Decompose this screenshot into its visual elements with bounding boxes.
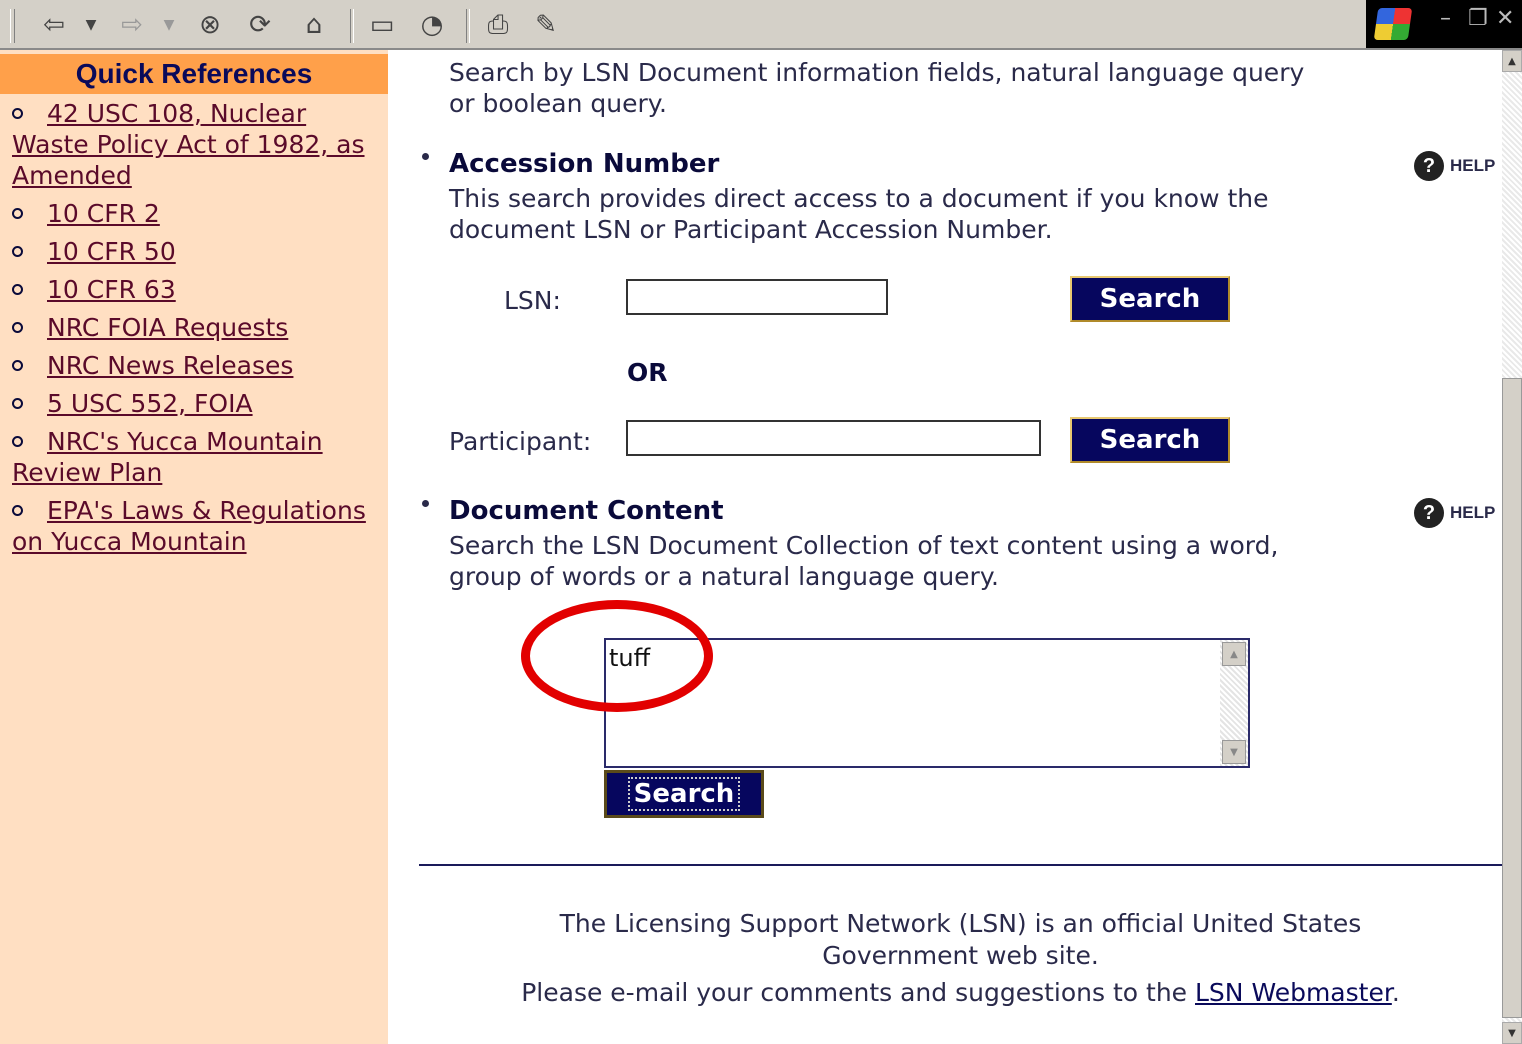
quick-references-list: 42 USC 108, Nuclear Waste Policy Act of …	[12, 98, 382, 564]
minimize-icon[interactable]: –	[1440, 6, 1451, 31]
list-item: NRC News Releases	[12, 350, 382, 381]
page-scrollbar[interactable]: ▲ ▼	[1502, 50, 1522, 1044]
history-icon[interactable]: ◔	[412, 8, 452, 42]
link-yucca-review-plan[interactable]: NRC's Yucca Mountain Review Plan	[12, 427, 323, 487]
back-arrow-icon[interactable]: ⇦	[34, 8, 74, 42]
content-help-link[interactable]: ? HELP	[1414, 498, 1495, 528]
help-icon: ?	[1414, 498, 1444, 528]
button-label: Search	[627, 777, 741, 811]
list-item: 10 CFR 63	[12, 274, 382, 305]
list-item: 5 USC 552, FOIA	[12, 388, 382, 419]
scrollbar-thumb[interactable]	[1502, 378, 1522, 1018]
annotation-circle	[521, 600, 713, 712]
list-item: NRC FOIA Requests	[12, 312, 382, 343]
or-label: OR	[627, 358, 668, 387]
scroll-up-icon[interactable]: ▲	[1222, 642, 1246, 666]
bullet-icon	[12, 397, 23, 409]
link-10cfr2[interactable]: 10 CFR 2	[47, 199, 160, 228]
link-epa-laws[interactable]: EPA's Laws & Regulations on Yucca Mounta…	[12, 496, 366, 556]
bullet-icon	[12, 107, 23, 119]
content-search-button[interactable]: Search	[604, 770, 764, 818]
participant-label: Participant:	[449, 427, 592, 456]
content-desc-line-2: group of words or a natural language que…	[449, 562, 999, 591]
intro-line-1: Search by LSN Document information field…	[449, 58, 1305, 87]
accession-description: This search provides direct access to a …	[449, 183, 1269, 245]
windows-logo-icon	[1373, 8, 1413, 40]
quick-references-sidebar: Quick References 42 USC 108, Nuclear Was…	[0, 50, 388, 1044]
list-item: 10 CFR 2	[12, 198, 382, 229]
section-bullet	[422, 153, 429, 160]
intro-line-2: or boolean query.	[449, 89, 667, 118]
textarea-scrollbar[interactable]: ▲ ▼	[1220, 640, 1248, 766]
lsn-label: LSN:	[504, 286, 561, 315]
edit-icon[interactable]: ✎	[526, 8, 566, 42]
browser-toolbar: ⇦ ▼ ⇨ ▼ ⊗ ⟳ ⌂ ▭ ◔ ⎙ ✎ – ❐ ✕	[0, 0, 1522, 50]
toolbar-separator	[350, 9, 354, 43]
link-10cfr63[interactable]: 10 CFR 63	[47, 275, 176, 304]
refresh-icon[interactable]: ⟳	[240, 8, 280, 42]
button-label: Search	[1099, 284, 1201, 314]
list-item: 10 CFR 50	[12, 236, 382, 267]
accession-help-link[interactable]: ? HELP	[1414, 151, 1495, 181]
toolbar-grip	[10, 9, 15, 43]
lsn-search-button[interactable]: Search	[1070, 276, 1230, 322]
bullet-icon	[12, 435, 23, 447]
scroll-down-icon[interactable]: ▼	[1502, 1022, 1522, 1044]
button-label: Search	[1099, 425, 1201, 455]
sidebar-title: Quick References	[0, 54, 388, 94]
footer-line-2: Please e-mail your comments and suggesti…	[448, 977, 1473, 1009]
participant-input[interactable]	[626, 420, 1041, 456]
bullet-icon	[12, 504, 23, 516]
link-5usc552[interactable]: 5 USC 552, FOIA	[47, 389, 253, 418]
document-content-title: Document Content	[449, 496, 724, 526]
webmaster-link[interactable]: LSN Webmaster	[1195, 978, 1392, 1007]
scroll-down-icon[interactable]: ▼	[1222, 740, 1246, 764]
bullet-icon	[12, 207, 23, 219]
scroll-up-icon[interactable]: ▲	[1502, 50, 1522, 72]
link-10cfr50[interactable]: 10 CFR 50	[47, 237, 176, 266]
content-description: Search the LSN Document Collection of te…	[449, 530, 1278, 592]
window-control-area: – ❐ ✕	[1366, 0, 1522, 48]
participant-search-button[interactable]: Search	[1070, 417, 1230, 463]
link-nwpa[interactable]: 42 USC 108, Nuclear Waste Policy Act of …	[12, 99, 365, 190]
stop-icon[interactable]: ⊗	[190, 8, 230, 42]
help-label: HELP	[1450, 503, 1496, 522]
footer-period: .	[1391, 978, 1400, 1007]
section-bullet	[422, 500, 429, 507]
bullet-icon	[12, 245, 23, 257]
accession-desc-line-1: This search provides direct access to a …	[449, 184, 1269, 213]
home-icon[interactable]: ⌂	[294, 8, 334, 42]
forward-dropdown-icon[interactable]: ▼	[158, 8, 180, 42]
intro-text: Search by LSN Document information field…	[449, 57, 1304, 119]
bullet-icon	[12, 283, 23, 295]
list-item: 42 USC 108, Nuclear Waste Policy Act of …	[12, 98, 382, 191]
divider	[419, 864, 1502, 866]
lsn-input[interactable]	[626, 279, 888, 315]
link-nrc-foia[interactable]: NRC FOIA Requests	[47, 313, 288, 342]
print-icon[interactable]: ⎙	[478, 8, 518, 42]
footer-contact-text: Please e-mail your comments and suggesti…	[521, 978, 1188, 1007]
help-icon: ?	[1414, 151, 1444, 181]
forward-arrow-icon[interactable]: ⇨	[112, 8, 152, 42]
footer-line-1: The Licensing Support Network (LSN) is a…	[559, 909, 1362, 938]
close-icon[interactable]: ✕	[1496, 6, 1514, 31]
bullet-icon	[12, 321, 23, 333]
accession-desc-line-2: document LSN or Participant Accession Nu…	[449, 215, 1053, 244]
main-content: Search by LSN Document information field…	[388, 50, 1502, 1044]
list-item: NRC's Yucca Mountain Review Plan	[12, 426, 382, 488]
footer-line-1b: Government web site.	[822, 941, 1099, 970]
footer: The Licensing Support Network (LSN) is a…	[448, 908, 1473, 1009]
accession-number-title: Accession Number	[449, 149, 720, 179]
toolbar-separator	[466, 9, 470, 43]
link-nrc-news[interactable]: NRC News Releases	[47, 351, 293, 380]
help-label: HELP	[1450, 156, 1496, 175]
restore-icon[interactable]: ❐	[1468, 6, 1488, 31]
back-dropdown-icon[interactable]: ▼	[80, 8, 102, 42]
content-desc-line-1: Search the LSN Document Collection of te…	[449, 531, 1279, 560]
bullet-icon	[12, 359, 23, 371]
list-item: EPA's Laws & Regulations on Yucca Mounta…	[12, 495, 382, 557]
favorites-folder-icon[interactable]: ▭	[362, 8, 402, 42]
